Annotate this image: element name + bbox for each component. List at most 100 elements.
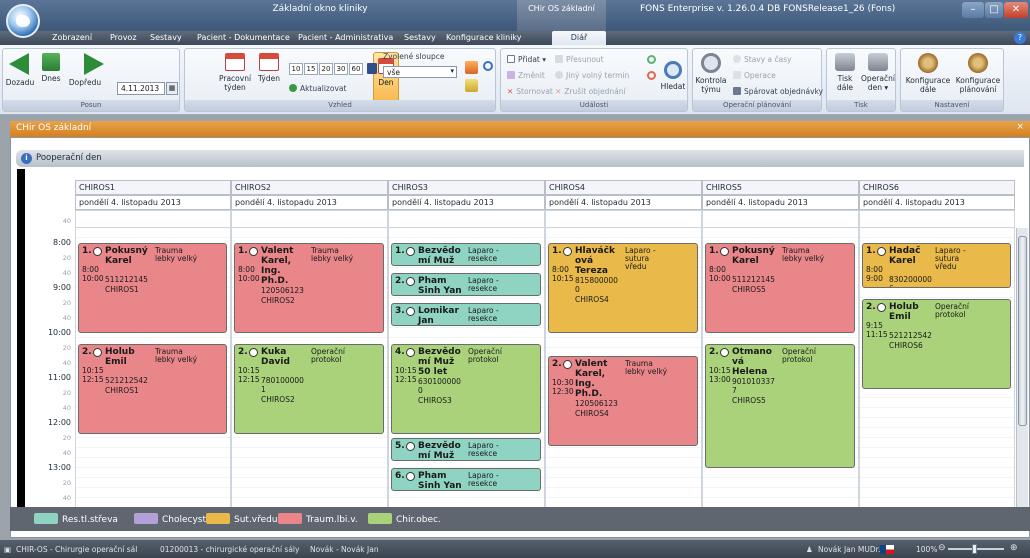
save-icon[interactable] [367, 63, 377, 74]
menu-pacient-dokumentace[interactable]: Pacient - Dokumentace [197, 33, 290, 42]
settings-small-icon[interactable] [483, 61, 493, 71]
time-label-hour: 8:00 [53, 238, 71, 247]
event-start-time: 10:15 [395, 366, 417, 376]
forward-button[interactable]: Dopředu [65, 53, 105, 87]
surgery-event[interactable]: 2. Otmano vá Helena Operační protokol 10:15… [705, 344, 855, 468]
surgery-event[interactable]: 1. Pokusný Karel Trauma lebky velký 8:00 10:… [705, 243, 855, 333]
close-document-icon[interactable]: × [1016, 122, 1024, 132]
pair-icon [733, 87, 741, 95]
zoom-out-icon[interactable]: ⊖ [938, 543, 946, 553]
menu-provoz[interactable]: Provoz [110, 33, 137, 42]
room-column-allday[interactable] [859, 210, 1015, 228]
surgery-event[interactable]: 4. Bezvědo mí Muž 50 let Operační protokol… [391, 344, 541, 435]
team-check-button[interactable]: Kontrola týmu [695, 53, 727, 94]
section-header[interactable]: i Pooperační den [16, 150, 1024, 167]
procedure-type: Laparo - resekce [468, 306, 499, 323]
interval-60[interactable]: 60 [349, 63, 363, 75]
date-field[interactable]: 4.11.2013 [117, 82, 165, 95]
surgery-event[interactable]: 2. Holub Emil Operační protokol 9:15 11:15 52… [862, 299, 1011, 390]
cancel-order-button[interactable]: ✕ Zrušit objednání [555, 87, 626, 96]
pair-orders-button[interactable]: Spárovat objednávky [733, 87, 823, 96]
clock-icon [93, 348, 102, 358]
selected-columns-select[interactable]: vše ▾ [383, 66, 457, 78]
tab-diar[interactable]: Diář [552, 31, 606, 45]
surgery-event[interactable]: 6. Pham Sinh Yan Laparo - resekce [391, 468, 541, 491]
operations-button[interactable]: Operace [733, 71, 776, 80]
close-window-button[interactable]: ✕ [1004, 2, 1028, 18]
room-column-allday[interactable] [702, 210, 859, 228]
menu-sestavy[interactable]: Sestavy [150, 33, 182, 42]
refresh-button[interactable]: Aktualizovat [289, 84, 346, 93]
time-label-minute: 20 [62, 434, 71, 442]
surgery-event[interactable]: 2. Valent Karel, Ing. Ph.D. Trauma lebky v… [548, 355, 698, 446]
config-planning-button[interactable]: Konfigurace plánování [953, 53, 1003, 94]
menu-pacient-administrativa[interactable]: Pacient - Administrativa [298, 33, 393, 42]
operating-room: CHIROS4 [575, 408, 609, 418]
surgery-event[interactable]: 2. Kuka David Operační protokol 10:15 12:15 7… [234, 344, 384, 435]
maximize-button[interactable]: □ [985, 2, 1003, 18]
room-column-allday[interactable] [545, 210, 702, 228]
add-button[interactable]: Přidat ▾ [507, 55, 546, 64]
interval-10[interactable]: 10 [289, 63, 303, 75]
view-week-button[interactable]: Týden [255, 53, 283, 83]
palette-icon[interactable] [465, 79, 478, 92]
surgery-event[interactable]: 1. Hlaváčk ová Tereza Laparo - sutura vřed… [548, 243, 698, 333]
interval-20[interactable]: 20 [319, 63, 333, 75]
room-column-header[interactable]: CHIROS1 [75, 180, 231, 195]
edit-button[interactable]: Změnit [507, 71, 545, 80]
zoom-slider-knob[interactable] [972, 544, 977, 554]
cancel-event-button[interactable]: ✕ Stornovat [507, 87, 553, 96]
today-button[interactable]: Dnes [39, 53, 63, 83]
room-column-header[interactable]: CHIROS6 [859, 180, 1015, 195]
room-column-header[interactable]: CHIROS4 [545, 180, 702, 195]
print-more-button[interactable]: Tisk dále [831, 53, 859, 92]
menu-sestavy-2[interactable]: Sestavy [404, 33, 436, 42]
move-button[interactable]: Přesunout [555, 55, 604, 64]
clock-icon [406, 307, 415, 316]
room-column-allday[interactable] [231, 210, 388, 228]
surgery-event[interactable]: 3. Lomikar Jan Laparo - resekce [391, 303, 541, 326]
home-icon[interactable] [465, 61, 478, 74]
surgery-event[interactable]: 1. Valent Karel, Ing. Ph.D. Trauma lebky v… [234, 243, 384, 333]
scrollbar-thumb[interactable] [1018, 236, 1027, 426]
event-end-time: 12:15 [82, 375, 104, 385]
vertical-scrollbar[interactable] [1016, 228, 1028, 523]
back-button[interactable]: Dozadu [5, 53, 35, 87]
legend-item: Chir.obec. [368, 513, 441, 525]
event-order-number: 4. [395, 347, 405, 358]
search-button[interactable]: Hledat [659, 53, 687, 91]
interval-15[interactable]: 15 [304, 63, 318, 75]
config-more-button[interactable]: Konfigurace dále [903, 53, 953, 94]
room-column-header[interactable]: CHIROS3 [388, 180, 545, 195]
other-free-slot-button[interactable]: Jiný volný termín [555, 71, 629, 80]
surgery-event[interactable]: 1. Hadač Karel Laparo - sutura vředu 8:00 9:… [862, 243, 1011, 288]
states-times-button[interactable]: Stavy a časy [733, 55, 792, 64]
surgery-event[interactable]: 2. Pham Sinh Yan Laparo - resekce [391, 273, 541, 296]
help-icon[interactable]: ? [1014, 32, 1026, 44]
print-op-day-button[interactable]: Operační den ▾ [861, 53, 895, 92]
menu-konfigurace-kliniky[interactable]: Konfigurace kliniky [446, 33, 522, 42]
surgery-event[interactable]: 1. Pokusný Karel Trauma lebky velký 8:00 10:… [78, 243, 227, 333]
status-alert-icon [647, 71, 656, 80]
menu-zobrazeni[interactable]: Zobrazení [52, 33, 92, 42]
date-picker-icon[interactable]: ▦ [166, 82, 178, 95]
zoom-in-icon[interactable]: ⊕ [1010, 543, 1018, 553]
surgery-event[interactable]: 1. Bezvědo mí Muž Laparo - resekce [391, 243, 541, 266]
surgery-event[interactable]: 5. Bezvědo mí Muž Laparo - resekce [391, 438, 541, 461]
event-start-time: 9:15 [866, 321, 883, 331]
clock-icon [563, 247, 572, 256]
minimize-button[interactable]: – [962, 2, 984, 18]
interval-30[interactable]: 30 [334, 63, 348, 75]
clock-icon [249, 348, 258, 358]
event-order-number: 6. [395, 471, 405, 481]
room-column-allday[interactable] [75, 210, 231, 228]
surgery-event[interactable]: 2. Holub Emil Trauma lebky velký 10:15 12:15… [78, 344, 227, 435]
clock-icon [406, 348, 415, 358]
event-order-number: 2. [709, 347, 719, 358]
view-work-week-button[interactable]: Pracovní týden [217, 53, 253, 92]
room-column-header[interactable]: CHIROS2 [231, 180, 388, 195]
room-column-allday[interactable] [388, 210, 545, 228]
event-order-number: 5. [395, 441, 405, 451]
application-menu-orb[interactable] [6, 4, 40, 38]
room-column-header[interactable]: CHIROS5 [702, 180, 859, 195]
